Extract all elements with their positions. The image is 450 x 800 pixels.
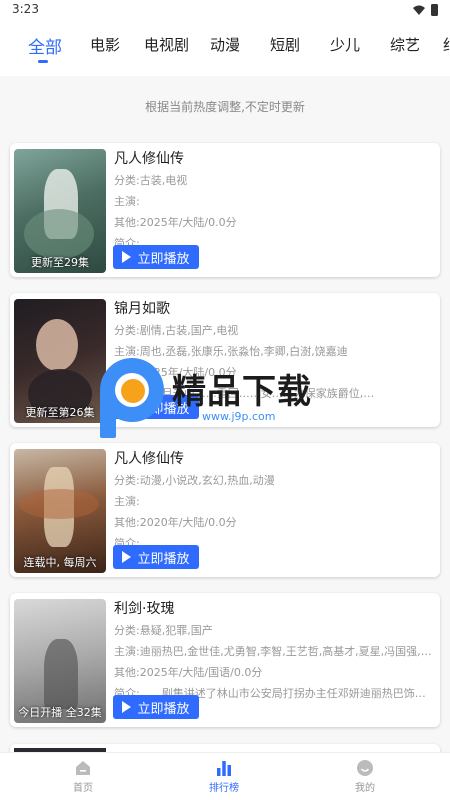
card-title[interactable]: 凡人修仙传 xyxy=(114,149,434,173)
tab-documentary[interactable]: 纪 xyxy=(443,34,450,55)
nav-profile[interactable]: 我的 xyxy=(325,759,405,794)
poster-image[interactable]: 更新至第26集 xyxy=(14,299,106,423)
wifi-icon xyxy=(413,5,425,15)
poster-episode-label: 更新至第26集 xyxy=(25,406,95,419)
nav-home-label: 首页 xyxy=(73,783,93,794)
play-button-label: 立即播放 xyxy=(137,251,190,267)
play-now-button[interactable]: 立即播放 xyxy=(113,695,199,719)
play-icon xyxy=(122,701,132,713)
poster-image[interactable]: 今日开播 全32集 xyxy=(14,599,106,723)
status-bar: 3:23 xyxy=(0,0,450,20)
card-category: 分类:剧情,古装,国产,电视 xyxy=(114,324,239,337)
nav-ranking[interactable]: 排行榜 xyxy=(184,759,264,794)
card-title[interactable]: 锦月如歌 xyxy=(114,299,434,323)
nav-ranking-label: 排行榜 xyxy=(209,783,239,794)
card-category: 分类:悬疑,犯罪,国产 xyxy=(114,624,213,637)
play-now-button[interactable]: 立即播放 xyxy=(113,545,199,569)
watermark-logo: 精品下载 www.j9p.com xyxy=(100,358,360,442)
poster-image[interactable]: 更新至29集 xyxy=(14,149,106,273)
battery-icon xyxy=(431,4,438,16)
poster-image[interactable]: 连载中, 每周六 xyxy=(14,449,106,573)
nav-profile-label: 我的 xyxy=(355,783,375,794)
play-now-button[interactable]: 立即播放 xyxy=(113,245,199,269)
tab-short-drama[interactable]: 短剧 xyxy=(270,34,300,55)
watermark-text: 精品下载 xyxy=(172,372,312,412)
home-icon xyxy=(76,761,90,775)
play-icon xyxy=(122,551,132,563)
media-card[interactable]: 今日开播 全32集 利剑·玫瑰 分类:悬疑,犯罪,国产 主演:迪丽热巴,金世佳,… xyxy=(10,593,440,727)
profile-smile-icon xyxy=(357,760,373,776)
tab-kids[interactable]: 少儿 xyxy=(330,34,360,55)
tab-tv-series[interactable]: 电视剧 xyxy=(144,34,189,55)
card-cast: 主演: xyxy=(114,495,140,508)
card-other: 其他:2025年/大陆/国语/0.0分 xyxy=(114,666,263,679)
nav-home[interactable]: 首页 xyxy=(43,759,123,794)
card-title[interactable]: 利剑·玫瑰 xyxy=(114,599,434,623)
tab-variety[interactable]: 综艺 xyxy=(390,34,420,55)
card-cast: 主演: xyxy=(114,195,140,208)
poster-episode-label: 更新至29集 xyxy=(31,256,89,269)
card-other: 其他:2025年/大陆/0.0分 xyxy=(114,216,237,229)
media-card[interactable]: 更新至29集 凡人修仙传 分类:古装,电视 主演: 其他:2025年/大陆/0.… xyxy=(10,143,440,277)
card-title[interactable]: 凡人修仙传 xyxy=(114,449,434,473)
card-category: 分类:动漫,小说改,玄幻,热血,动漫 xyxy=(114,474,275,487)
category-tabbar: 全部 电影 电视剧 动漫 短剧 少儿 综艺 纪 xyxy=(0,20,450,76)
status-icons xyxy=(413,4,438,16)
rank-bar-chart-icon xyxy=(217,761,231,776)
poster-episode-label: 连载中, 每周六 xyxy=(23,556,97,569)
card-other: 其他:2020年/大陆/0.0分 xyxy=(114,516,237,529)
bottom-navigation: 首页 排行榜 我的 xyxy=(0,752,450,800)
media-card[interactable]: 连载中, 每周六 凡人修仙传 分类:动漫,小说改,玄幻,热血,动漫 主演: 其他… xyxy=(10,443,440,577)
watermark-url: www.j9p.com xyxy=(202,410,276,423)
active-tab-indicator xyxy=(38,60,48,63)
poster-episode-label: 今日开播 全32集 xyxy=(18,706,102,719)
card-cast: 主演:迪丽热巴,金世佳,尤勇智,李智,王艺哲,高基才,夏星,冯国强,那… xyxy=(114,645,434,658)
play-button-label: 立即播放 xyxy=(137,701,190,717)
tab-all[interactable]: 全部 xyxy=(28,33,62,58)
play-icon xyxy=(122,251,132,263)
tab-movie[interactable]: 电影 xyxy=(90,34,120,55)
play-button-label: 立即播放 xyxy=(137,551,190,567)
card-category: 分类:古装,电视 xyxy=(114,174,188,187)
status-time: 3:23 xyxy=(12,2,39,16)
ranking-notice: 根据当前热度调整,不定时更新 xyxy=(145,100,305,114)
tab-anime[interactable]: 动漫 xyxy=(210,34,240,55)
